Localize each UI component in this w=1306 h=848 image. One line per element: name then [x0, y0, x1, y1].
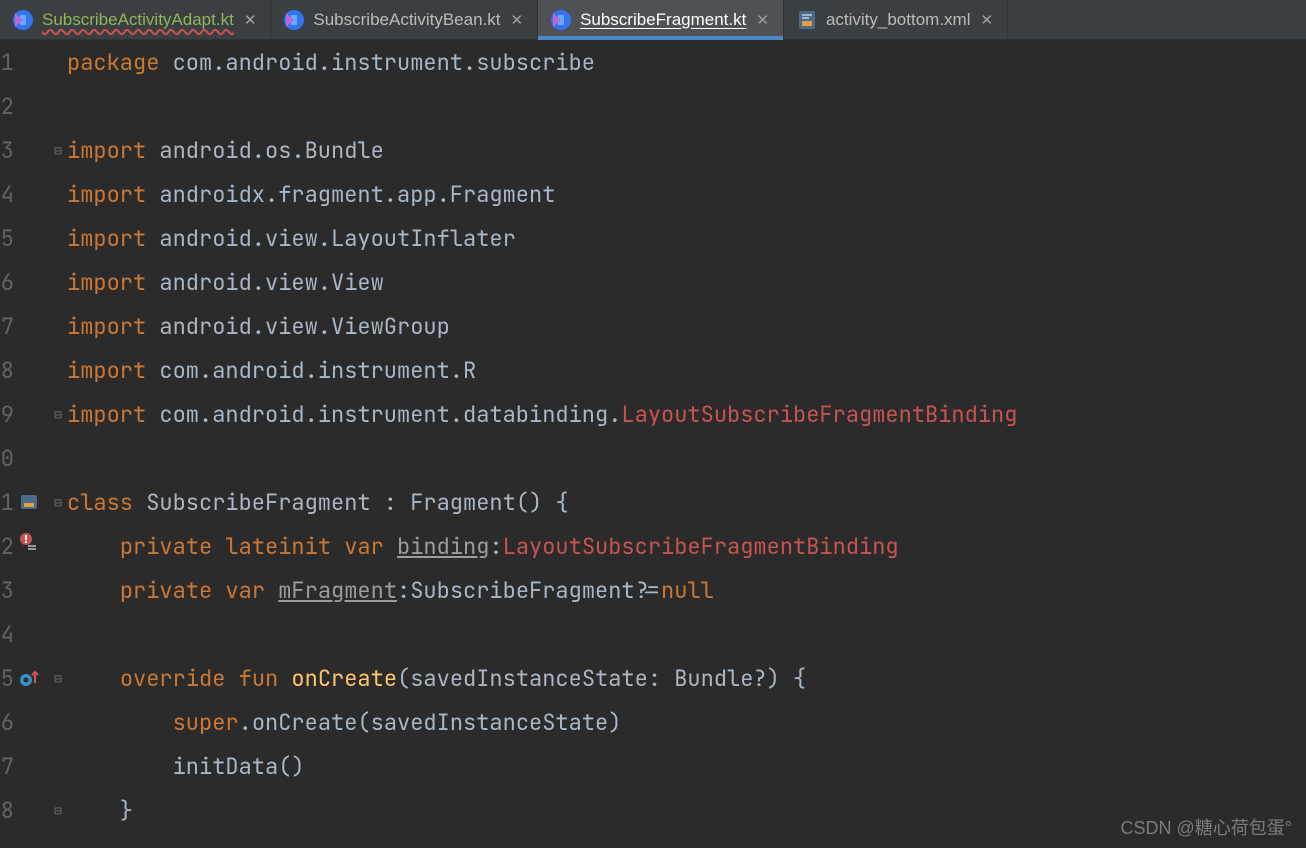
- line-number: 2: [0, 532, 14, 561]
- code-editor[interactable]: 1 package com.android.instrument.subscri…: [0, 40, 1306, 848]
- tab-label: SubscribeActivityBean.kt: [313, 10, 500, 30]
- editor-tabs: SubscribeActivityAdapt.kt ✕ SubscribeAct…: [0, 0, 1306, 40]
- kotlin-class-icon: [12, 9, 34, 31]
- close-icon[interactable]: ✕: [756, 11, 769, 29]
- line-number: 7: [0, 752, 14, 781]
- line-number: 2: [0, 92, 14, 121]
- line-number: 3: [0, 136, 14, 165]
- error-breakpoint-icon[interactable]: [18, 532, 40, 561]
- kotlin-class-icon: [550, 9, 572, 31]
- code-line: import android.view.View: [67, 268, 384, 297]
- override-up-icon[interactable]: [14, 667, 44, 689]
- fold-end-icon[interactable]: ⊟: [54, 406, 62, 423]
- code-line: super.onCreate(savedInstanceState): [67, 708, 621, 737]
- code-line: }: [67, 796, 133, 825]
- line-number: 7: [0, 312, 14, 341]
- line-number: 5: [0, 664, 14, 693]
- fold-collapse-icon[interactable]: ⊟: [54, 494, 62, 511]
- code-line: private var mFragment:SubscribeFragment?…: [67, 576, 714, 605]
- tab-label: SubscribeActivityAdapt.kt: [42, 10, 234, 30]
- code-line: import android.view.ViewGroup: [67, 312, 450, 341]
- line-number: 8: [0, 796, 14, 825]
- code-line: import androidx.fragment.app.Fragment: [67, 180, 555, 209]
- close-icon[interactable]: ✕: [980, 11, 993, 29]
- nav-to-class-icon[interactable]: [14, 491, 44, 513]
- code-line: private lateinit var binding:LayoutSubsc…: [67, 532, 899, 561]
- close-icon[interactable]: ✕: [244, 11, 257, 29]
- line-number: 6: [0, 268, 14, 297]
- xml-file-icon: [796, 9, 818, 31]
- line-number: 0: [0, 444, 14, 473]
- line-number: 3: [0, 576, 14, 605]
- tab-activity-bottom-xml[interactable]: activity_bottom.xml ✕: [784, 0, 1008, 39]
- fold-collapse-icon[interactable]: ⊟: [54, 670, 62, 687]
- close-icon[interactable]: ✕: [510, 11, 523, 29]
- line-number: 1: [0, 48, 14, 77]
- fold-collapse-icon[interactable]: ⊟: [54, 142, 62, 159]
- code-line: import android.view.LayoutInflater: [67, 224, 516, 253]
- tab-label: activity_bottom.xml: [826, 10, 971, 30]
- line-number: 1: [0, 488, 14, 517]
- tab-label: SubscribeFragment.kt: [580, 10, 746, 30]
- tab-subscribe-activity-bean[interactable]: SubscribeActivityBean.kt ✕: [271, 0, 538, 39]
- code-line: import com.android.instrument.databindin…: [67, 400, 1017, 429]
- line-number: 8: [0, 356, 14, 385]
- code-line: override fun onCreate(savedInstanceState…: [67, 664, 806, 693]
- fold-end-icon[interactable]: ⊟: [54, 802, 62, 819]
- line-number: 4: [0, 620, 14, 649]
- code-line: class SubscribeFragment : Fragment() {: [67, 488, 569, 517]
- kotlin-class-icon: [283, 9, 305, 31]
- line-number: 6: [0, 708, 14, 737]
- line-number: 4: [0, 180, 14, 209]
- csdn-watermark: CSDN @糖心荷包蛋°: [1121, 814, 1292, 840]
- code-line: import android.os.Bundle: [67, 136, 384, 165]
- code-line: initData(): [67, 752, 305, 781]
- line-number: 9: [0, 400, 14, 429]
- code-line: import com.android.instrument.R: [67, 356, 476, 385]
- tab-subscribe-activity-adapt[interactable]: SubscribeActivityAdapt.kt ✕: [0, 0, 271, 39]
- line-number: 5: [0, 224, 14, 253]
- code-line: package com.android.instrument.subscribe: [67, 48, 595, 77]
- tab-subscribe-fragment[interactable]: SubscribeFragment.kt ✕: [538, 0, 784, 39]
